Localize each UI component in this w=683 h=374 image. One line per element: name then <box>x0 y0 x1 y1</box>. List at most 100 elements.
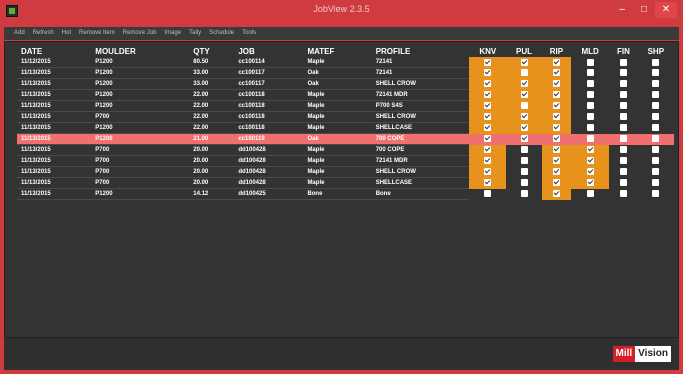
menu-item-add[interactable]: Add <box>14 27 25 40</box>
fin-checkbox[interactable] <box>619 135 627 143</box>
rip-checkbox[interactable] <box>552 102 560 110</box>
pul-checkbox[interactable] <box>520 135 528 143</box>
shp-checkbox[interactable] <box>652 113 660 121</box>
fin-checkbox[interactable] <box>619 124 627 132</box>
mld-checkbox[interactable] <box>586 58 594 66</box>
menu-item-hot[interactable]: Hot <box>62 27 71 40</box>
menu-item-tools[interactable]: Tools <box>242 27 256 40</box>
shp-checkbox[interactable] <box>652 58 660 66</box>
mld-checkbox[interactable] <box>586 113 594 121</box>
knv-checkbox[interactable] <box>484 124 492 132</box>
rip-checkbox[interactable] <box>552 168 560 176</box>
column-header-knv[interactable]: KNV <box>469 46 506 57</box>
pul-checkbox[interactable] <box>520 168 528 176</box>
menu-item-schedule[interactable]: Schedule <box>209 27 234 40</box>
knv-checkbox[interactable] <box>484 135 492 143</box>
column-header-mld[interactable]: MLD <box>571 46 609 57</box>
minimize-button[interactable]: – <box>611 2 633 18</box>
table-row[interactable]: 11/13/2015 P700 22.00 cc100118 Maple SHELL CR… <box>17 111 674 123</box>
shp-checkbox[interactable] <box>652 168 660 176</box>
menu-item-remove-job[interactable]: Remove Job <box>123 27 157 40</box>
fin-checkbox[interactable] <box>619 80 627 88</box>
shp-checkbox[interactable] <box>652 146 660 154</box>
fin-checkbox[interactable] <box>619 146 627 154</box>
close-button[interactable]: ✕ <box>655 2 677 18</box>
pul-checkbox[interactable] <box>520 157 528 165</box>
pul-checkbox[interactable] <box>520 124 528 132</box>
knv-checkbox[interactable] <box>484 157 492 165</box>
pul-checkbox[interactable] <box>520 190 528 198</box>
rip-checkbox[interactable] <box>552 190 560 198</box>
shp-checkbox[interactable] <box>652 80 660 88</box>
mld-checkbox[interactable] <box>586 179 594 187</box>
table-row[interactable]: 11/13/2015 P1200 33.00 cc100117 Oak SHELL CRO… <box>17 78 674 90</box>
table-row[interactable]: 11/13/2015 P1200 22.00 cc100118 Maple SHELLCA… <box>17 122 674 134</box>
column-header-shp[interactable]: SHP <box>638 46 674 57</box>
mld-checkbox[interactable] <box>586 168 594 176</box>
title-bar[interactable]: JobView 2.3.5 – □ ✕ <box>0 0 683 22</box>
rip-checkbox[interactable] <box>552 135 560 143</box>
shp-checkbox[interactable] <box>652 157 660 165</box>
mld-checkbox[interactable] <box>586 69 594 77</box>
pul-checkbox[interactable] <box>520 113 528 121</box>
mld-checkbox[interactable] <box>586 80 594 88</box>
column-header-matef[interactable]: MATEF <box>303 46 371 57</box>
shp-checkbox[interactable] <box>652 190 660 198</box>
knv-checkbox[interactable] <box>484 190 492 198</box>
mld-checkbox[interactable] <box>586 135 594 143</box>
pul-checkbox[interactable] <box>520 91 528 99</box>
table-row[interactable]: 11/13/2015 P700 20.00 dd100428 Maple SHELL CR… <box>17 166 674 178</box>
rip-checkbox[interactable] <box>552 58 560 66</box>
table-row[interactable]: 11/13/2015 P1200 22.00 cc100118 Maple 72141 M… <box>17 89 674 101</box>
pul-checkbox[interactable] <box>520 80 528 88</box>
column-header-rip[interactable]: RIP <box>542 46 571 57</box>
rip-checkbox[interactable] <box>552 91 560 99</box>
knv-checkbox[interactable] <box>484 80 492 88</box>
shp-checkbox[interactable] <box>652 124 660 132</box>
fin-checkbox[interactable] <box>619 102 627 110</box>
fin-checkbox[interactable] <box>619 190 627 198</box>
menu-item-refresh[interactable]: Refresh <box>33 27 54 40</box>
menu-item-remove-item[interactable]: Remove Item <box>79 27 115 40</box>
knv-checkbox[interactable] <box>484 102 492 110</box>
rip-checkbox[interactable] <box>552 113 560 121</box>
rip-checkbox[interactable] <box>552 179 560 187</box>
shp-checkbox[interactable] <box>652 135 660 143</box>
knv-checkbox[interactable] <box>484 146 492 154</box>
mld-checkbox[interactable] <box>586 102 594 110</box>
fin-checkbox[interactable] <box>619 113 627 121</box>
column-header-fin[interactable]: FIN <box>609 46 637 57</box>
mld-checkbox[interactable] <box>586 190 594 198</box>
fin-checkbox[interactable] <box>619 179 627 187</box>
table-row[interactable]: 11/13/2015 P700 20.00 dd100428 Maple 700 COPE <box>17 144 674 156</box>
menu-item-image[interactable]: Image <box>164 27 181 40</box>
pul-checkbox[interactable] <box>520 179 528 187</box>
knv-checkbox[interactable] <box>484 91 492 99</box>
shp-checkbox[interactable] <box>652 179 660 187</box>
knv-checkbox[interactable] <box>484 179 492 187</box>
mld-checkbox[interactable] <box>586 146 594 154</box>
table-row[interactable]: 11/13/2015 P1200 21.00 cc100119 Oak 700 COPE <box>17 133 674 145</box>
pul-checkbox[interactable] <box>520 69 528 77</box>
shp-checkbox[interactable] <box>652 102 660 110</box>
fin-checkbox[interactable] <box>619 69 627 77</box>
pul-checkbox[interactable] <box>520 146 528 154</box>
knv-checkbox[interactable] <box>484 113 492 121</box>
fin-checkbox[interactable] <box>619 157 627 165</box>
maximize-button[interactable]: □ <box>633 2 655 18</box>
column-header-date[interactable]: DATE <box>17 46 91 57</box>
fin-checkbox[interactable] <box>619 58 627 66</box>
table-row[interactable]: 11/13/2015 P1200 22.00 cc100118 Maple P700 S4… <box>17 100 674 112</box>
table-row[interactable]: 11/13/2015 P700 20.00 dd100428 Maple 72141 MD… <box>17 155 674 167</box>
mld-checkbox[interactable] <box>586 91 594 99</box>
shp-checkbox[interactable] <box>652 91 660 99</box>
rip-checkbox[interactable] <box>552 124 560 132</box>
mld-checkbox[interactable] <box>586 157 594 165</box>
column-header-moulder[interactable]: MOULDER <box>91 46 189 57</box>
knv-checkbox[interactable] <box>484 58 492 66</box>
column-header-profile[interactable]: PROFILE <box>372 46 469 57</box>
menu-item-tally[interactable]: Tally <box>189 27 201 40</box>
column-header-qty[interactable]: QTY <box>189 46 234 57</box>
knv-checkbox[interactable] <box>484 168 492 176</box>
pul-checkbox[interactable] <box>520 58 528 66</box>
